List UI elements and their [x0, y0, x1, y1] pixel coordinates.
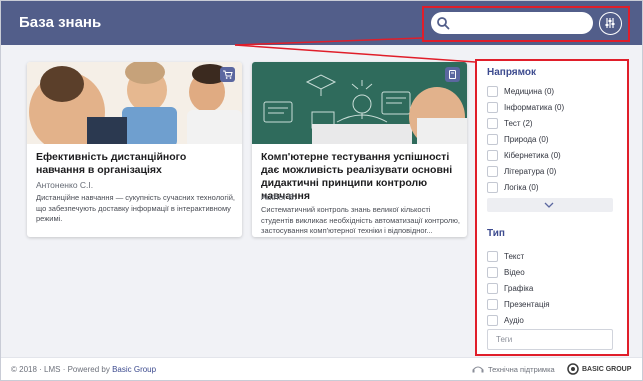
checkbox-label: Природа (0) — [504, 134, 549, 144]
chevron-down-icon — [544, 202, 554, 208]
checkbox[interactable] — [487, 165, 498, 177]
checkbox-label: Література (0) — [504, 166, 557, 176]
basic-group-logo: BASIC GROUP — [567, 363, 631, 375]
checkbox-label: Аудіо — [504, 315, 524, 325]
support-icon — [472, 366, 484, 373]
checkbox[interactable] — [487, 314, 498, 326]
checkbox[interactable] — [487, 181, 498, 193]
cart-icon — [220, 67, 235, 82]
copyright-text: © 2018 · LMS · Powered by — [11, 365, 113, 374]
search-highlight-box — [422, 6, 630, 42]
filter-sidebar: Напрямок Медицина (0) Інформатика (0) Те… — [475, 59, 629, 356]
card-image-people-meeting — [27, 62, 242, 144]
checkbox-label: Медицина (0) — [504, 86, 555, 96]
checkbox[interactable] — [487, 133, 498, 145]
checkbox-label: Інформатика (0) — [504, 102, 565, 112]
direction-section-title: Напрямок — [487, 67, 537, 78]
checkbox-label: Графіка — [504, 283, 534, 293]
article-card[interactable]: Ефективність дистанційного навчання в ор… — [27, 62, 242, 237]
app-title: База знань — [19, 14, 102, 31]
logo-text: BASIC GROUP — [582, 365, 632, 373]
checkbox-label: Кібернетика (0) — [504, 150, 561, 160]
tags-input[interactable]: Теги — [487, 329, 613, 350]
checkbox[interactable] — [487, 85, 498, 97]
checkbox[interactable] — [487, 117, 498, 129]
checkbox-label: Текст — [504, 251, 525, 261]
direction-filter-checkbox[interactable]: Медицина (0) — [487, 85, 554, 97]
direction-filter-checkbox[interactable]: Кібернетика (0) — [487, 149, 561, 161]
footer-copyright: © 2018 · LMS · Powered by Basic Group — [11, 365, 156, 374]
checkbox-label: Логіка (0) — [504, 182, 539, 192]
checkbox-label: Тест (2) — [504, 118, 533, 128]
card-image-chalkboard — [252, 62, 467, 144]
tags-placeholder: Теги — [496, 335, 513, 344]
direction-filter-checkbox[interactable]: Література (0) — [487, 165, 556, 177]
support-link[interactable]: Технічна підтримка — [472, 364, 555, 374]
direction-filter-checkbox[interactable]: Логіка (0) — [487, 181, 539, 193]
card-author: Author B. — [261, 192, 297, 202]
expand-directions-button[interactable] — [487, 198, 613, 212]
type-filter-checkbox[interactable]: Аудіо — [487, 314, 524, 326]
card-title[interactable]: Ефективність дистанційного навчання в ор… — [36, 151, 236, 177]
type-filter-checkbox[interactable]: Текст — [487, 250, 524, 262]
footer: © 2018 · LMS · Powered by Basic Group Те… — [1, 357, 642, 380]
checkbox[interactable] — [487, 250, 498, 262]
checkbox-label: Презентація — [504, 299, 550, 309]
checkbox[interactable] — [487, 149, 498, 161]
type-filter-checkbox[interactable]: Графіка — [487, 282, 533, 294]
checkbox[interactable] — [487, 298, 498, 310]
support-label: Технічна підтримка — [488, 364, 555, 374]
book-icon — [445, 67, 460, 82]
direction-filter-checkbox[interactable]: Інформатика (0) — [487, 101, 564, 113]
card-description: Систематичний контроль знань великої кіл… — [261, 205, 460, 235]
checkbox[interactable] — [487, 101, 498, 113]
article-card[interactable]: Комп'ютерне тестування успішності дає мо… — [252, 62, 467, 237]
type-section-title: Тип — [487, 228, 505, 239]
checkbox[interactable] — [487, 282, 498, 294]
logo-icon — [567, 363, 579, 375]
checkbox-label: Відео — [504, 267, 525, 277]
company-link[interactable]: Basic Group — [112, 365, 156, 374]
card-author: Антоненко С.І. — [36, 180, 94, 190]
app-header: База знань — [1, 1, 642, 45]
card-description: Дистанційне навчання — сукупність сучасн… — [36, 193, 235, 223]
type-filter-checkbox[interactable]: Презентація — [487, 298, 550, 310]
direction-filter-checkbox[interactable]: Природа (0) — [487, 133, 549, 145]
direction-filter-checkbox[interactable]: Тест (2) — [487, 117, 533, 129]
checkbox[interactable] — [487, 266, 498, 278]
type-filter-checkbox[interactable]: Відео — [487, 266, 525, 278]
